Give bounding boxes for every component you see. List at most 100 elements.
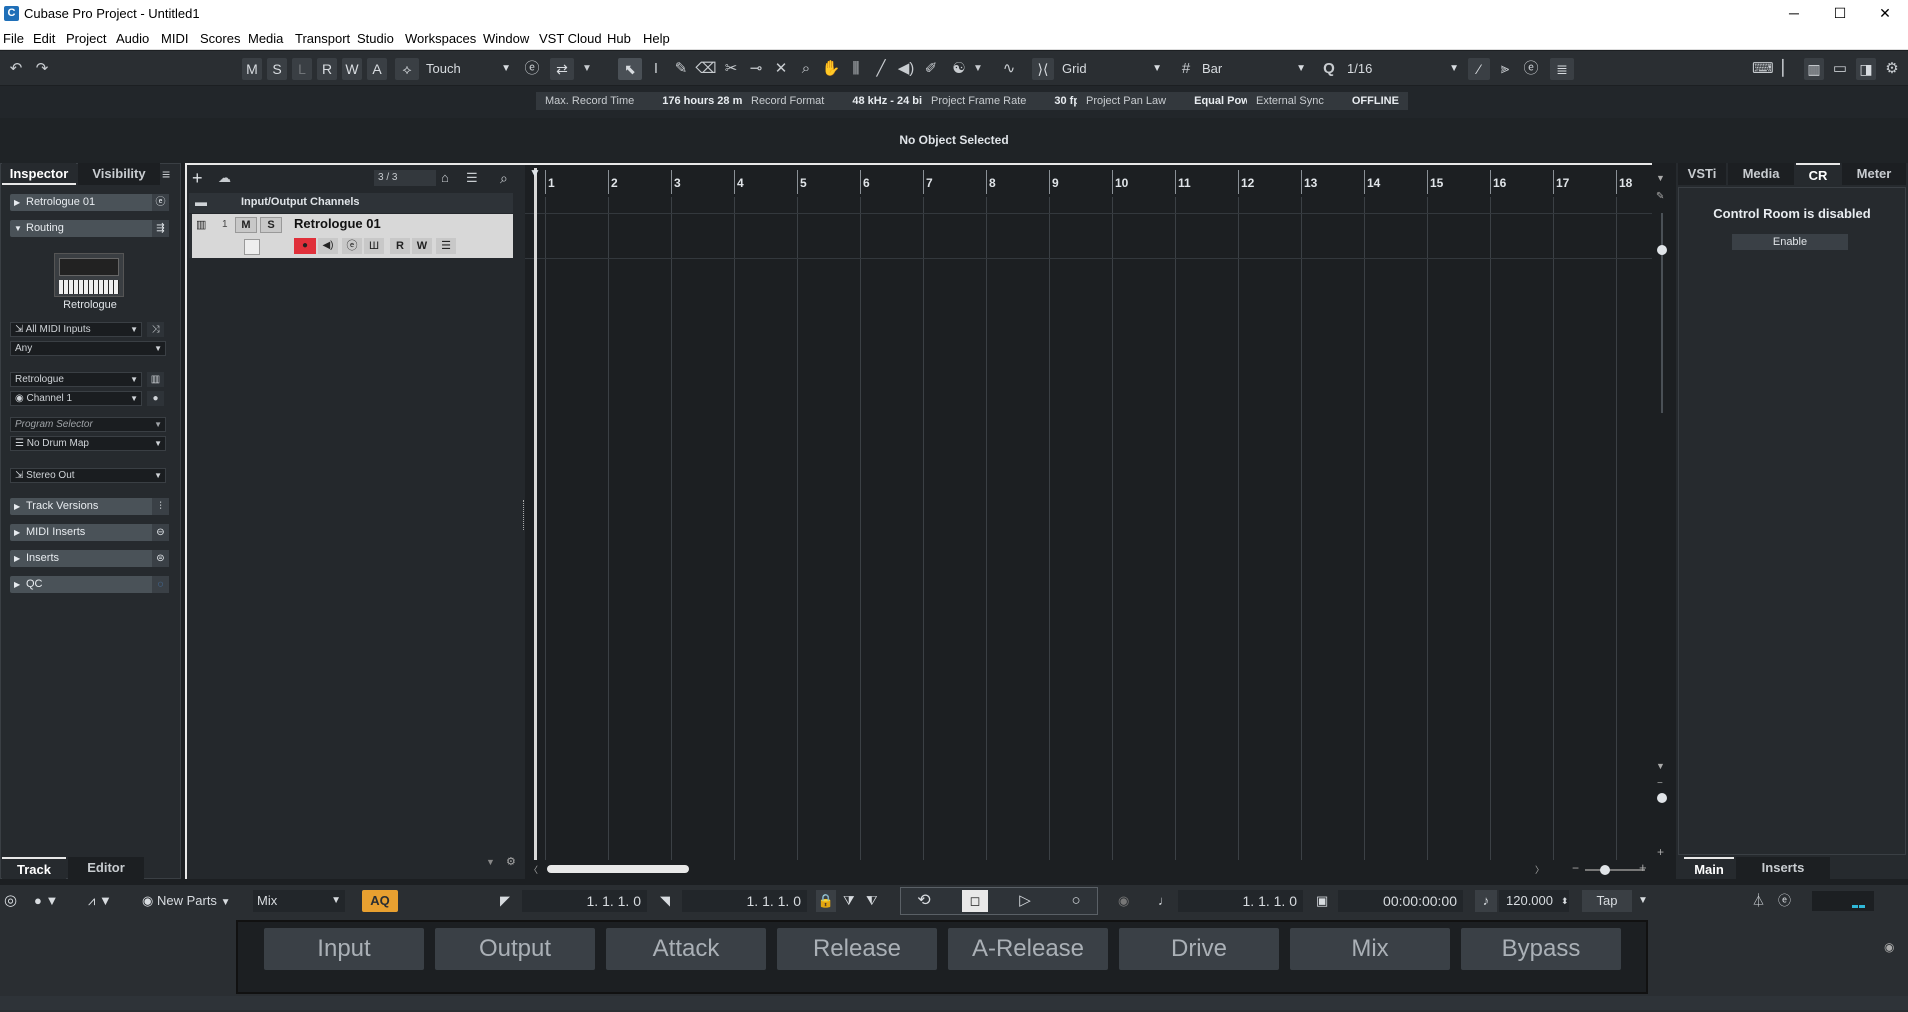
inspector-routing-section[interactable]: ▼ Routing ⇶	[10, 220, 169, 237]
track-editor-icon[interactable]: Ш	[364, 238, 384, 254]
menu-audio[interactable]: Audio	[116, 31, 149, 46]
automation-state-button[interactable]: A	[367, 58, 387, 80]
ruler[interactable]	[525, 163, 1655, 197]
right-zone-icon[interactable]: ◨	[1856, 58, 1876, 80]
menu-file[interactable]: File	[3, 31, 24, 46]
tempo-display[interactable]: 120.000	[1499, 890, 1569, 912]
ruler-bar-number[interactable]: 7	[926, 176, 933, 190]
punch-in-icon[interactable]: ⧩	[843, 890, 859, 912]
quick-control-input[interactable]: Input	[264, 928, 424, 970]
ruler-bar-number[interactable]: 8	[989, 176, 996, 190]
lower-zone-scrollbar[interactable]	[0, 996, 1908, 1010]
enable-control-room-button[interactable]: Enable	[1732, 234, 1848, 250]
record-format[interactable]: Record Format 48 kHz - 24 bit	[742, 92, 935, 110]
qc-section[interactable]: ▶ QC ◌	[10, 576, 169, 593]
glue-tool-icon[interactable]: ⊸	[745, 58, 767, 80]
channel-settings-icon[interactable]: ●	[147, 391, 164, 406]
quick-control-mix[interactable]: Mix	[1290, 928, 1450, 970]
scroll-left-icon[interactable]: 〈	[529, 863, 538, 876]
tab-meter[interactable]: Meter	[1842, 163, 1906, 185]
read-automation-button[interactable]: R	[390, 238, 410, 254]
lower-zone-icon[interactable]: ▭	[1830, 58, 1850, 80]
cycle-icon[interactable]: ⟲	[912, 890, 936, 912]
tempo-dropdown-icon[interactable]: ▼	[1638, 890, 1652, 912]
ruler-bar-number[interactable]: 4	[737, 176, 744, 190]
edit-instrument-icon[interactable]: ⓔ	[342, 238, 362, 254]
tab-media[interactable]: Media	[1728, 163, 1794, 185]
ruler-bar-number[interactable]: 5	[800, 176, 807, 190]
menu-vst-cloud[interactable]: VST Cloud	[539, 31, 602, 46]
maximize-button[interactable]: ☐	[1817, 0, 1863, 27]
tab-editor[interactable]: Editor	[68, 857, 144, 879]
edit-metronome-icon[interactable]: ⓔ	[1778, 890, 1798, 912]
settings-gear-icon[interactable]: ⚙	[1882, 58, 1902, 80]
cycle-record-mode-select[interactable]: Mix ▼	[253, 890, 345, 912]
right-locator-icon[interactable]: ◥	[660, 890, 680, 912]
horizontal-zoom-out-icon[interactable]: −	[1572, 861, 1579, 875]
event-display[interactable]	[525, 197, 1655, 860]
iterative-quantize-icon[interactable]: ⁄	[1468, 58, 1490, 80]
ruler-bar-number[interactable]: 13	[1304, 176, 1317, 190]
search-icon[interactable]: ⌕	[500, 168, 520, 188]
erase-tool-icon[interactable]: ⌫	[695, 58, 717, 80]
grid-type-select[interactable]: Bar ▼	[1196, 58, 1310, 80]
close-button[interactable]: ✕	[1862, 0, 1908, 27]
timecode-icon[interactable]: ▣	[1316, 890, 1338, 912]
range-tool-icon[interactable]: I	[645, 58, 667, 80]
primary-time-display[interactable]: 1. 1. 1. 0	[1178, 890, 1303, 912]
track-list-menu-icon[interactable]: ☰	[466, 168, 486, 188]
tab-inspector[interactable]: Inspector	[2, 163, 76, 185]
edit-instrument-icon[interactable]: ⓔ	[152, 194, 169, 211]
play-tool-icon[interactable]: ◀)	[895, 58, 917, 80]
snap-type-select[interactable]: Grid ▼	[1056, 58, 1166, 80]
track-row-retrologue[interactable]: ▥ 1 M S Retrologue 01 ● ◀) ⓔ Ш R W ☰	[189, 214, 513, 258]
horizontal-scrollbar[interactable]: 〈 〉 − +	[525, 860, 1655, 879]
nudge-dropdown-icon[interactable]: ▼	[970, 58, 986, 80]
track-list-settings-icon[interactable]: ⚙	[506, 855, 516, 868]
inspector-menu-icon[interactable]: ≡	[162, 166, 170, 182]
tab-inserts[interactable]: Inserts	[1736, 857, 1830, 879]
solo-state-button[interactable]: S	[267, 58, 287, 80]
track-settings-icon[interactable]: ☰	[436, 238, 456, 254]
horizontal-zoom-track[interactable]	[1585, 869, 1645, 871]
quantize-select[interactable]: 1/16 ▼	[1341, 58, 1463, 80]
quantize-settings-icon[interactable]: ⫸	[1494, 58, 1516, 80]
inserts-section[interactable]: ▶ Inserts ⊜	[10, 550, 169, 567]
listen-state-button[interactable]: L	[292, 58, 312, 80]
folder-track[interactable]: ▬ Input/Output Channels	[189, 193, 513, 213]
left-locator-display[interactable]: 1. 1. 1. 0	[522, 890, 647, 912]
midi-thru-icon[interactable]: ⤨	[147, 322, 164, 337]
instrument-editor-icon[interactable]: ▥	[147, 372, 164, 387]
ruler-bar-number[interactable]: 16	[1493, 176, 1506, 190]
midi-inserts-section[interactable]: ▶ MIDI Inserts ⊖	[10, 524, 169, 541]
menu-help[interactable]: Help	[643, 31, 670, 46]
quick-control-release[interactable]: Release	[777, 928, 937, 970]
menu-hub[interactable]: Hub	[607, 31, 631, 46]
draw-tool-icon[interactable]: ✎	[670, 58, 692, 80]
midi-input-select[interactable]: ⇲ All MIDI Inputs ▼	[10, 322, 142, 337]
ruler-bar-number[interactable]: 18	[1619, 176, 1632, 190]
project-cursor[interactable]	[534, 168, 537, 860]
midi-channel-input-select[interactable]: Any ▼	[10, 341, 166, 356]
scroll-down-icon[interactable]: ▼	[1656, 761, 1665, 771]
retrologue-thumbnail[interactable]	[54, 253, 124, 297]
track-visibility-counter[interactable]: 3 / 3	[374, 170, 436, 186]
tab-control-room[interactable]: CR	[1796, 163, 1840, 185]
quick-control-output[interactable]: Output	[435, 928, 595, 970]
track-color-swatch[interactable]	[244, 239, 260, 255]
menu-window[interactable]: Window	[483, 31, 529, 46]
cycle-record-icon[interactable]: ◉	[1118, 890, 1140, 912]
track-versions-section[interactable]: ▶ Track Versions ⫶	[10, 498, 169, 515]
menu-media[interactable]: Media	[248, 31, 283, 46]
ruler-bar-number[interactable]: 6	[863, 176, 870, 190]
keyboard-icon[interactable]: ⌨	[1752, 58, 1774, 80]
left-zone-icon[interactable]: ▏	[1778, 58, 1798, 80]
media-bay-toggle-icon[interactable]: ≣	[1550, 58, 1574, 80]
output-channel-select[interactable]: ◉ Channel 1 ▼	[10, 391, 142, 406]
mute-tool-icon[interactable]: ✕	[770, 58, 792, 80]
tab-track[interactable]: Track	[2, 857, 66, 879]
ruler-bar-number[interactable]: 12	[1241, 176, 1254, 190]
zoom-tool-icon[interactable]: ⌕	[795, 58, 817, 80]
ruler-bar-number[interactable]: 2	[611, 176, 618, 190]
write-state-button[interactable]: W	[342, 58, 362, 80]
